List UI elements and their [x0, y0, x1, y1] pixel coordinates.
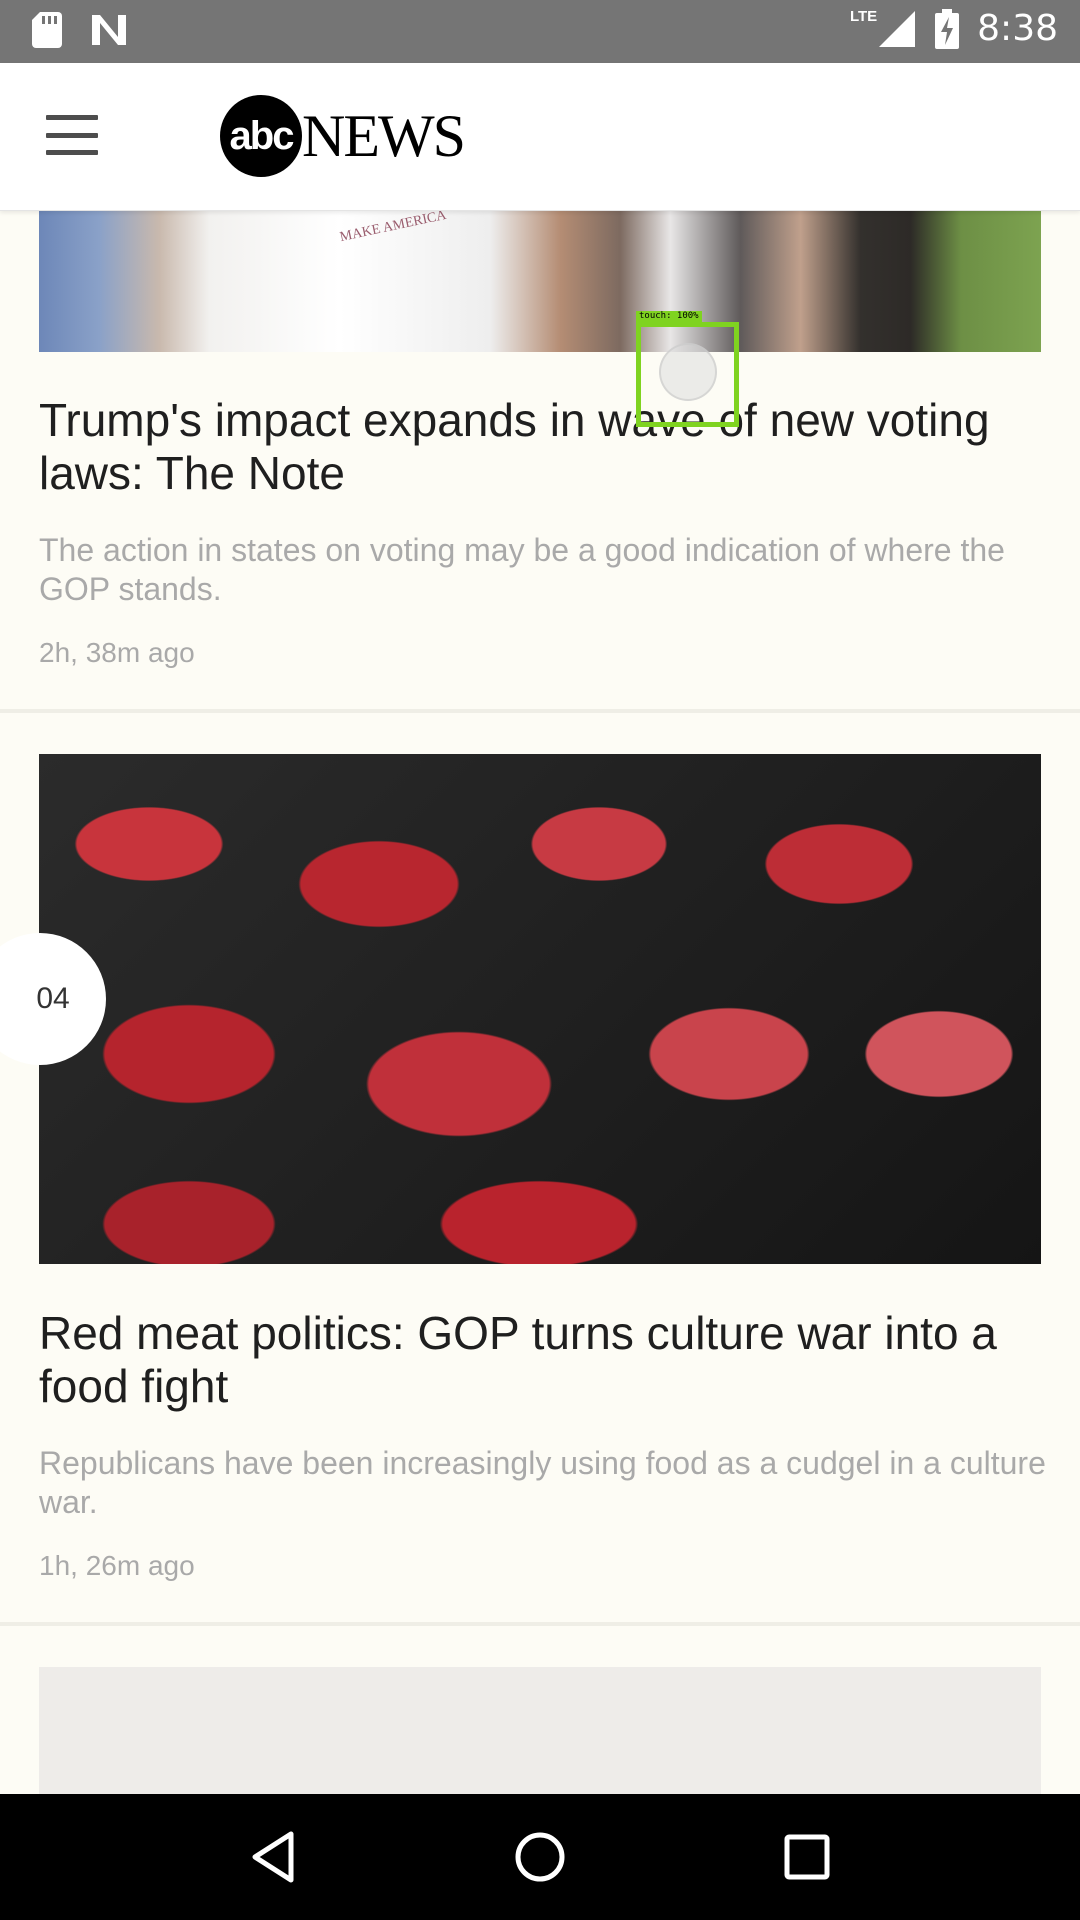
- article-summary: Republicans have been increasingly using…: [39, 1445, 1046, 1520]
- n-notification-icon: [92, 15, 126, 45]
- back-button[interactable]: [228, 1812, 318, 1902]
- status-bar: LTE 8:38: [0, 0, 1080, 63]
- touch-point: [659, 343, 717, 401]
- article-image-placeholder[interactable]: [39, 1667, 1041, 1794]
- home-icon: [515, 1832, 565, 1882]
- article-timestamp: 2h, 38m ago: [39, 637, 195, 668]
- logo-abc: abc: [220, 95, 302, 177]
- status-time: 8:38: [977, 8, 1058, 49]
- home-button[interactable]: [495, 1812, 585, 1902]
- hamburger-line: [46, 132, 98, 138]
- article-feed[interactable]: MAKE AMERICA Trump's impact expands in w…: [0, 211, 1080, 1794]
- network-type: LTE: [849, 8, 878, 25]
- battery-charging-icon: [935, 8, 960, 49]
- divider: [0, 1622, 1080, 1626]
- system-nav-bar: [0, 1794, 1080, 1920]
- divider: [0, 709, 1080, 713]
- abc-news-logo[interactable]: abc NEWS: [220, 95, 466, 177]
- rank-number: 04: [36, 982, 70, 1015]
- touch-indicator: [636, 322, 739, 427]
- menu-button[interactable]: [46, 115, 98, 155]
- hamburger-line: [46, 115, 98, 120]
- app-header: abc NEWS: [0, 63, 1080, 211]
- article-image[interactable]: MAKE AMERICA: [39, 211, 1041, 352]
- signal-icon: [879, 10, 916, 47]
- article-summary: The action in states on voting may be a …: [39, 532, 1005, 607]
- sd-card-icon: [32, 12, 62, 48]
- article-timestamp: 1h, 26m ago: [39, 1550, 195, 1581]
- hamburger-line: [46, 150, 98, 155]
- recents-button[interactable]: [762, 1812, 852, 1902]
- logo-news: NEWS: [302, 103, 466, 169]
- back-icon: [252, 1831, 294, 1883]
- recents-icon: [784, 1834, 830, 1880]
- touch-label: touch: 100%: [636, 311, 702, 322]
- article-headline[interactable]: Trump's impact expands in wave of new vo…: [39, 394, 1049, 500]
- shirt-print: MAKE AMERICA: [338, 211, 448, 246]
- article-headline[interactable]: Red meat politics: GOP turns culture war…: [39, 1307, 1049, 1413]
- article-image[interactable]: [39, 754, 1041, 1264]
